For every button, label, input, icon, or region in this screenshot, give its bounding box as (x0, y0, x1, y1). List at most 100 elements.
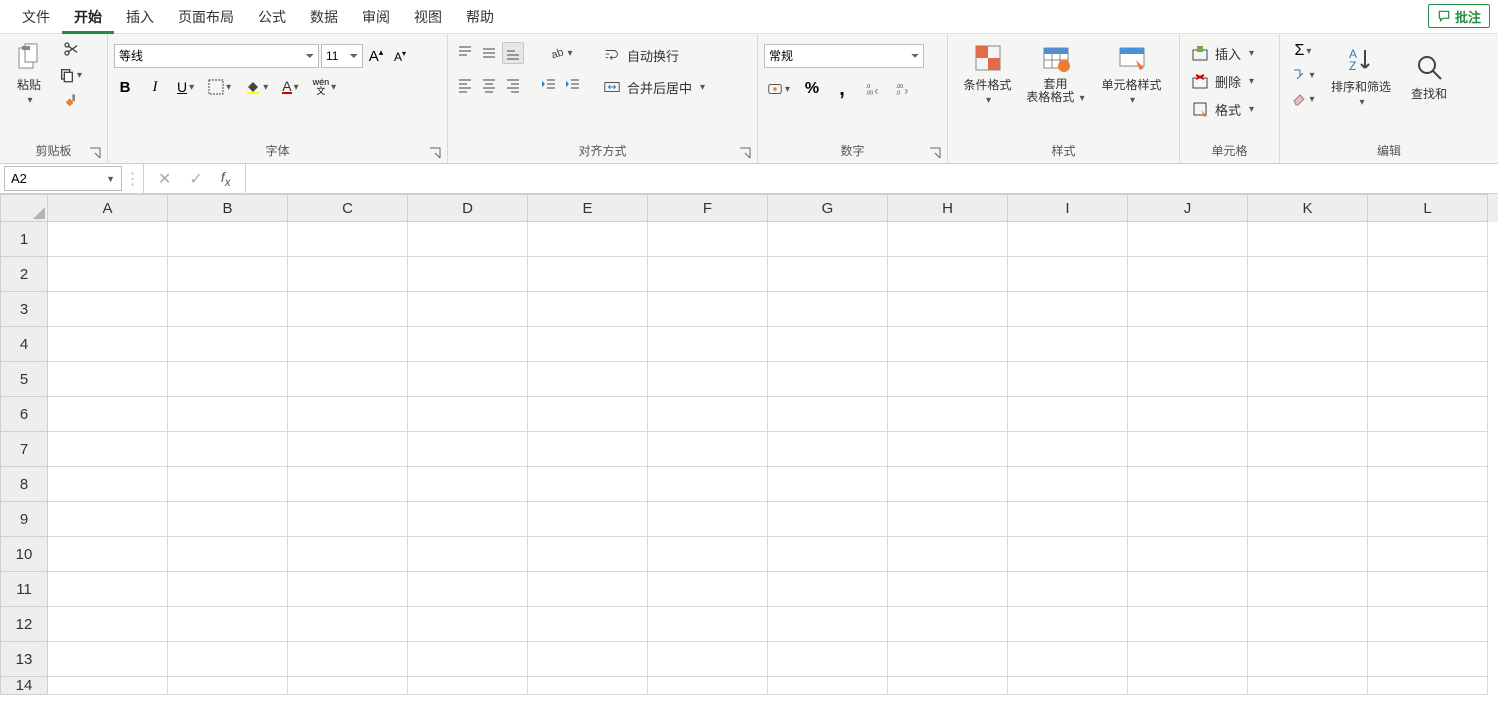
tab-view[interactable]: 视图 (402, 0, 454, 34)
cell[interactable] (1128, 642, 1248, 677)
col-header-I[interactable]: I (1008, 194, 1128, 222)
paste-button[interactable]: 粘贴 ▾ (6, 38, 52, 110)
cell[interactable] (1128, 607, 1248, 642)
cell[interactable] (1128, 257, 1248, 292)
cell[interactable] (48, 607, 168, 642)
col-header-F[interactable]: F (648, 194, 768, 222)
enter-formula-button[interactable]: ✓ (189, 169, 202, 189)
percent-button[interactable]: % (801, 78, 823, 100)
orientation-button[interactable]: ab▾ (538, 42, 584, 64)
cell[interactable] (408, 257, 528, 292)
cell[interactable] (768, 257, 888, 292)
cell[interactable] (168, 677, 288, 695)
cell[interactable] (528, 257, 648, 292)
cell[interactable] (528, 677, 648, 695)
font-family-select[interactable]: 等线 (114, 44, 319, 68)
cell[interactable] (1368, 572, 1488, 607)
cell[interactable] (768, 397, 888, 432)
col-header-B[interactable]: B (168, 194, 288, 222)
col-header-K[interactable]: K (1248, 194, 1368, 222)
cell[interactable] (408, 467, 528, 502)
tab-file[interactable]: 文件 (10, 0, 62, 34)
cell[interactable] (408, 502, 528, 537)
cell[interactable] (48, 572, 168, 607)
cell[interactable] (1008, 432, 1128, 467)
alignment-dialog-launcher[interactable] (739, 146, 753, 160)
cell[interactable] (1368, 397, 1488, 432)
number-format-select[interactable]: 常规 (764, 44, 924, 68)
cell[interactable] (48, 432, 168, 467)
fill-color-button[interactable]: ▾ (242, 76, 271, 98)
cell[interactable] (408, 607, 528, 642)
borders-button[interactable]: ▾ (205, 76, 234, 98)
tab-insert[interactable]: 插入 (114, 0, 166, 34)
cell[interactable] (768, 362, 888, 397)
increase-indent-button[interactable] (562, 74, 584, 96)
bold-button[interactable]: B (114, 76, 136, 98)
cell[interactable] (648, 467, 768, 502)
cell[interactable] (1248, 397, 1368, 432)
cell[interactable] (1248, 642, 1368, 677)
decrease-font-button[interactable]: A▾ (389, 45, 411, 67)
cell[interactable] (168, 642, 288, 677)
number-dialog-launcher[interactable] (929, 146, 943, 160)
cell[interactable] (768, 502, 888, 537)
cell[interactable] (528, 467, 648, 502)
align-middle-button[interactable] (478, 42, 500, 64)
cell[interactable] (408, 327, 528, 362)
cell[interactable] (288, 397, 408, 432)
cell[interactable] (48, 677, 168, 695)
row-header-9[interactable]: 9 (0, 502, 48, 537)
cell[interactable] (528, 572, 648, 607)
col-header-E[interactable]: E (528, 194, 648, 222)
cell[interactable] (168, 397, 288, 432)
wrap-text-button[interactable]: 自动换行 (598, 42, 751, 68)
cell[interactable] (1368, 677, 1488, 695)
cell[interactable] (288, 327, 408, 362)
cell[interactable] (1248, 677, 1368, 695)
cell[interactable] (528, 292, 648, 327)
cell[interactable] (1008, 502, 1128, 537)
fill-button[interactable]: ▾ (1286, 64, 1320, 86)
format-painter-button[interactable] (56, 90, 85, 112)
cell[interactable] (888, 327, 1008, 362)
comments-button[interactable]: 批注 (1428, 4, 1490, 28)
cell[interactable] (648, 502, 768, 537)
copy-button[interactable]: ▾ (56, 64, 85, 86)
cell[interactable] (1008, 257, 1128, 292)
cell[interactable] (288, 467, 408, 502)
cell[interactable] (1128, 432, 1248, 467)
underline-button[interactable]: U▾ (174, 76, 197, 98)
cell[interactable] (1128, 362, 1248, 397)
cell[interactable] (1248, 222, 1368, 257)
cell[interactable] (288, 572, 408, 607)
align-bottom-button[interactable] (502, 42, 524, 64)
cell[interactable] (648, 607, 768, 642)
sort-filter-button[interactable]: AZ 排序和筛选▾ (1326, 40, 1396, 112)
cell[interactable] (768, 607, 888, 642)
cell[interactable] (168, 257, 288, 292)
cell[interactable] (1368, 257, 1488, 292)
cell[interactable] (288, 537, 408, 572)
cell[interactable] (888, 362, 1008, 397)
cell-styles-button[interactable]: 单元格样式▾ (1094, 38, 1170, 110)
cell[interactable] (888, 572, 1008, 607)
cell[interactable] (528, 397, 648, 432)
row-header-2[interactable]: 2 (0, 257, 48, 292)
cell[interactable] (408, 537, 528, 572)
cell[interactable] (1368, 292, 1488, 327)
row-header-4[interactable]: 4 (0, 327, 48, 362)
cell[interactable] (888, 292, 1008, 327)
cell[interactable] (528, 432, 648, 467)
cell[interactable] (528, 537, 648, 572)
cell[interactable] (888, 222, 1008, 257)
cell[interactable] (648, 327, 768, 362)
cell[interactable] (1248, 292, 1368, 327)
tab-data[interactable]: 数据 (298, 0, 350, 34)
cell[interactable] (1008, 537, 1128, 572)
row-header-14[interactable]: 14 (0, 677, 48, 695)
cell[interactable] (288, 362, 408, 397)
cell[interactable] (168, 607, 288, 642)
cell[interactable] (1008, 642, 1128, 677)
cell[interactable] (1008, 362, 1128, 397)
